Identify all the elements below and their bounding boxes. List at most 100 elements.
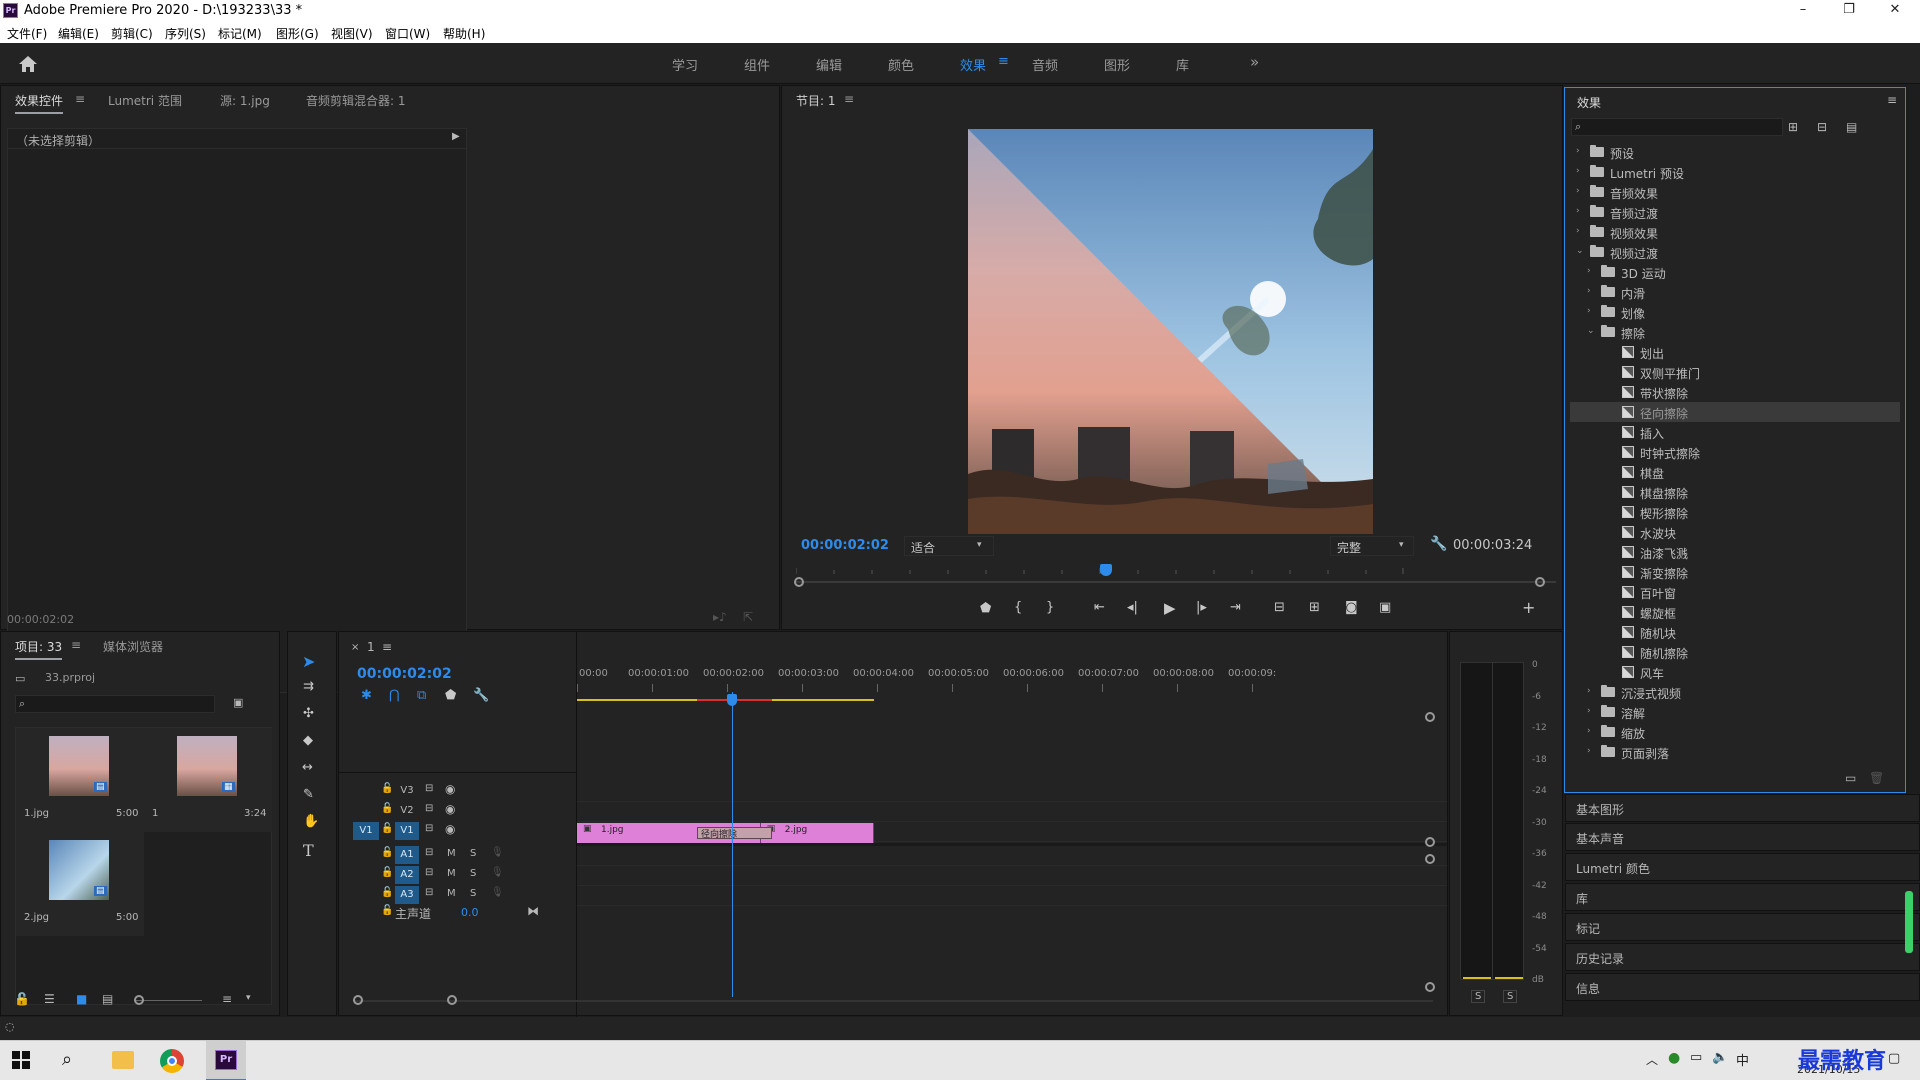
type-tool-icon[interactable]: T — [303, 841, 314, 860]
search-icon[interactable]: ⌕ — [62, 1049, 72, 1070]
effect-tree-item[interactable]: ⌄ 擦除 — [1570, 322, 1900, 342]
mute-button[interactable]: M — [447, 848, 456, 859]
eye-icon[interactable]: ◉ — [445, 802, 455, 816]
transition-clip[interactable]: 径向擦除 — [697, 827, 772, 840]
mark-in-icon[interactable]: { — [1014, 600, 1022, 615]
pen-tool-icon[interactable]: ✎ — [303, 787, 314, 802]
add-marker-icon[interactable]: ⬟ — [980, 601, 991, 616]
workspace-audio[interactable]: 音频 — [1032, 55, 1058, 74]
timeline-menu-icon[interactable]: ≡ — [382, 640, 392, 654]
zoom-handle-left[interactable] — [794, 577, 804, 587]
lock-track-icon[interactable]: 🔓 — [381, 783, 393, 794]
info-panel[interactable]: 信息 — [1565, 973, 1920, 1001]
timeline-ruler[interactable]: 00:00 00:00:01:00 00:00:02:00 00:00:03:00 00… — [577, 662, 1447, 706]
timeline-clip[interactable]: ▣2.jpg — [760, 823, 874, 843]
chevron-down-icon[interactable]: ▾ — [246, 993, 251, 1003]
chevron-down-icon[interactable]: ⌄ — [1576, 246, 1584, 256]
tab-source[interactable]: 源: 1.jpg — [220, 92, 270, 109]
effect-tree-item[interactable]: 渐变擦除 — [1570, 562, 1900, 582]
nest-icon[interactable]: ✱ — [361, 688, 372, 703]
track-select-tool-icon[interactable]: ⇉ — [303, 679, 314, 694]
sync-lock-icon[interactable]: ⊟ — [425, 783, 433, 794]
chevron-right-icon[interactable]: › — [1587, 286, 1591, 296]
chevron-right-icon[interactable]: › — [1576, 226, 1580, 236]
close-tab-icon[interactable]: × — [351, 642, 359, 653]
menu-graphics[interactable]: 图形(G) — [276, 25, 319, 42]
premiere-taskbar-button[interactable]: Pr — [206, 1041, 246, 1080]
network-icon[interactable]: ▭ — [1690, 1050, 1702, 1065]
accelerated-effects-icon[interactable]: ⊞ — [1788, 120, 1798, 134]
effect-tree-item[interactable]: › 溶解 — [1570, 702, 1900, 722]
effect-tree-item[interactable]: › 视频效果 — [1570, 222, 1900, 242]
chevron-right-icon[interactable]: › — [1587, 306, 1591, 316]
workspace-more-icon[interactable]: » — [1250, 53, 1259, 71]
effect-tree-item[interactable]: › 3D 运动 — [1570, 262, 1900, 282]
slip-tool-icon[interactable]: ↔ — [302, 760, 313, 775]
tab-effect-controls-menu-icon[interactable]: ≡ — [75, 92, 85, 106]
effect-tree-item[interactable]: › 预设 — [1570, 142, 1900, 162]
lock-track-icon[interactable]: 🔓 — [381, 867, 393, 878]
effect-tree-item[interactable]: 随机擦除 — [1570, 642, 1900, 662]
chevron-right-icon[interactable]: › — [1576, 206, 1580, 216]
tray-chevron-icon[interactable]: ︿ — [1646, 1051, 1658, 1068]
play-audio-icon[interactable]: ▸♪ — [713, 610, 727, 624]
vscroll-handle-audio[interactable] — [1425, 854, 1435, 864]
tab-media-browser[interactable]: 媒体浏览器 — [103, 638, 163, 655]
effect-tree-item[interactable]: 时钟式擦除 — [1570, 442, 1900, 462]
effect-tree-item[interactable]: › 音频效果 — [1570, 182, 1900, 202]
effect-tree-item[interactable]: 径向擦除 — [1570, 402, 1900, 422]
sync-lock-icon[interactable]: ⊟ — [425, 823, 433, 834]
write-enabled-icon[interactable]: 🔓 — [14, 992, 29, 1006]
solo-left-button[interactable]: S — [1471, 990, 1486, 1003]
jump-to-end-icon[interactable]: ⧓ — [527, 904, 539, 918]
project-search-field[interactable]: ⌕ — [15, 695, 215, 713]
solo-right-button[interactable]: S — [1503, 990, 1518, 1003]
history-panel[interactable]: 历史记录 — [1565, 943, 1920, 971]
lock-track-icon[interactable]: 🔓 — [381, 887, 393, 898]
effect-tree-item[interactable]: 随机块 — [1570, 622, 1900, 642]
fit-dropdown[interactable]: 适合 ▾ — [904, 536, 994, 556]
effect-tree-item[interactable]: › 音频过渡 — [1570, 202, 1900, 222]
windows-start-icon[interactable] — [12, 1051, 30, 1069]
hand-tool-icon[interactable]: ✋ — [303, 814, 319, 829]
track-name[interactable]: V3 — [395, 782, 419, 800]
eye-icon[interactable]: ◉ — [445, 782, 455, 796]
compare-icon[interactable]: ▣ — [1379, 600, 1391, 615]
workspace-color[interactable]: 颜色 — [888, 55, 914, 74]
new-bin-icon[interactable]: ▣ — [233, 696, 243, 709]
workspace-effects[interactable]: 效果 — [960, 55, 986, 74]
minimize-button[interactable]: – — [1780, 0, 1826, 22]
restore-button[interactable]: ❐ — [1826, 0, 1872, 22]
zoom-slider-handle[interactable] — [134, 995, 144, 1005]
sync-lock-icon[interactable]: ⊟ — [425, 867, 433, 878]
timeline-playhead[interactable] — [727, 694, 738, 706]
sync-lock-icon[interactable]: ⊟ — [425, 803, 433, 814]
effects-search-input[interactable] — [1588, 120, 1778, 134]
32bit-effects-icon[interactable]: ⊟ — [1817, 120, 1827, 134]
lumetri-color-panel[interactable]: Lumetri 颜色 — [1565, 853, 1920, 881]
workspace-libraries[interactable]: 库 — [1176, 55, 1189, 74]
workspace-learn[interactable]: 学习 — [672, 55, 698, 74]
program-zoom-bar[interactable] — [796, 581, 1556, 583]
wrench-icon[interactable]: 🔧 — [1430, 536, 1447, 552]
source-patch[interactable]: V1 — [353, 822, 379, 840]
chevron-right-icon[interactable]: › — [1587, 706, 1591, 716]
effects-menu-icon[interactable]: ≡ — [1887, 93, 1897, 107]
essential-sound-panel[interactable]: 基本声音 — [1565, 823, 1920, 851]
effect-tree-item[interactable]: 棋盘 — [1570, 462, 1900, 482]
project-item[interactable]: ▤ 2.jpg 5:00 — [16, 832, 144, 936]
lift-icon[interactable]: ⊟ — [1274, 600, 1285, 615]
workspace-editing[interactable]: 编辑 — [816, 55, 842, 74]
add-marker-icon[interactable]: ⬟ — [445, 688, 456, 703]
ime-icon[interactable]: 中 — [1736, 1050, 1749, 1069]
zoom-handle-right[interactable] — [1535, 577, 1545, 587]
scroll-handle-left[interactable] — [353, 995, 363, 1005]
tab-project[interactable]: 项目: 33 — [15, 638, 63, 660]
sync-lock-icon[interactable]: ⊟ — [425, 847, 433, 858]
vscroll-handle-bottom[interactable] — [1425, 982, 1435, 992]
effect-tree-item[interactable]: 螺旋框 — [1570, 602, 1900, 622]
chevron-right-icon[interactable]: › — [1587, 686, 1591, 696]
extract-icon[interactable]: ⊞ — [1309, 600, 1320, 615]
yuv-effects-icon[interactable]: ▤ — [1846, 120, 1857, 134]
home-icon[interactable] — [18, 55, 38, 73]
